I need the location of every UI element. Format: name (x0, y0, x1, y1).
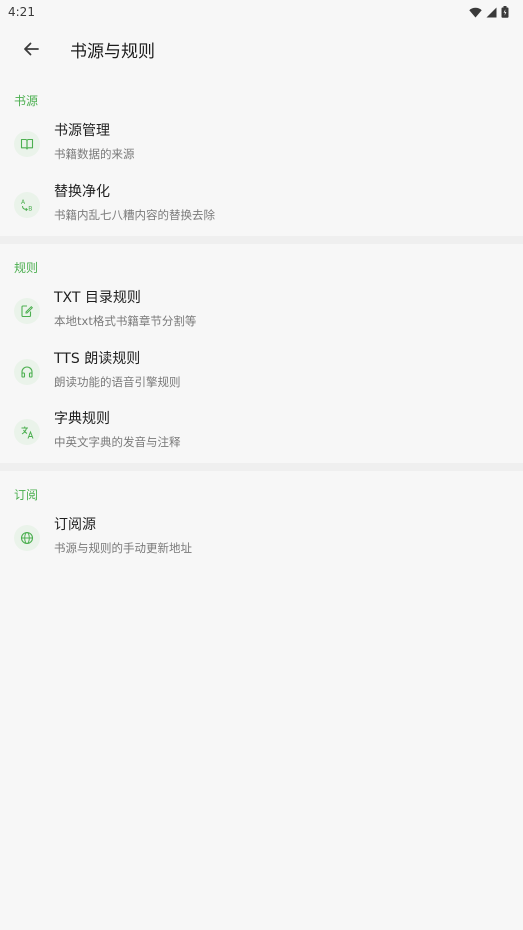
headphones-icon (14, 359, 40, 385)
signal-icon (486, 7, 497, 17)
section-header-subscription: 订阅 (14, 488, 39, 502)
item-subtitle: 书籍数据的来源 (54, 147, 135, 161)
list-item-subscription-source[interactable]: 订阅源 书源与规则的手动更新地址 (0, 510, 523, 570)
app-bar: 书源与规则 (0, 24, 523, 74)
list-item-replace-purify[interactable]: A B 替换净化 书籍内乱七八糟内容的替换去除 (0, 177, 523, 237)
item-title: 订阅源 (54, 517, 96, 533)
page-title: 书源与规则 (70, 41, 155, 62)
status-time: 4:21 (8, 5, 35, 19)
list-item-dictionary-rules[interactable]: 字典规则 中英文字典的发音与注释 (0, 404, 523, 464)
battery-icon (501, 6, 509, 18)
item-title: TTS 朗读规则 (54, 351, 141, 367)
section-divider (0, 236, 523, 244)
item-subtitle: 本地txt格式书籍章节分割等 (54, 314, 197, 328)
back-button[interactable] (13, 31, 49, 67)
item-subtitle: 朗读功能的语音引擎规则 (54, 375, 181, 389)
section-header-rules: 规则 (14, 261, 39, 275)
list-item-tts-rules[interactable]: TTS 朗读规则 朗读功能的语音引擎规则 (0, 344, 523, 404)
svg-text:B: B (28, 206, 32, 213)
translate-icon (14, 419, 40, 445)
section-header-book-source: 书源 (14, 94, 39, 108)
list-item-book-source-manage[interactable]: 书源管理 书籍数据的来源 (0, 116, 523, 176)
status-icons (469, 6, 509, 18)
item-subtitle: 书源与规则的手动更新地址 (54, 541, 192, 555)
find-replace-icon: A B (14, 192, 40, 218)
wifi-icon (469, 7, 482, 17)
item-subtitle: 中英文字典的发音与注释 (54, 435, 181, 449)
arrow-back-icon (24, 42, 39, 56)
item-title: 字典规则 (54, 411, 110, 427)
book-icon (14, 131, 40, 157)
list-item-txt-toc-rules[interactable]: TXT 目录规则 本地txt格式书籍章节分割等 (0, 283, 523, 343)
section-divider (0, 463, 523, 471)
item-title: 替换净化 (54, 184, 110, 200)
svg-text:A: A (21, 199, 26, 206)
edit-note-icon (14, 298, 40, 324)
status-bar: 4:21 (0, 0, 523, 24)
item-subtitle: 书籍内乱七八糟内容的替换去除 (54, 208, 215, 222)
globe-icon (14, 525, 40, 551)
item-title: TXT 目录规则 (54, 290, 141, 306)
item-title: 书源管理 (54, 123, 110, 139)
